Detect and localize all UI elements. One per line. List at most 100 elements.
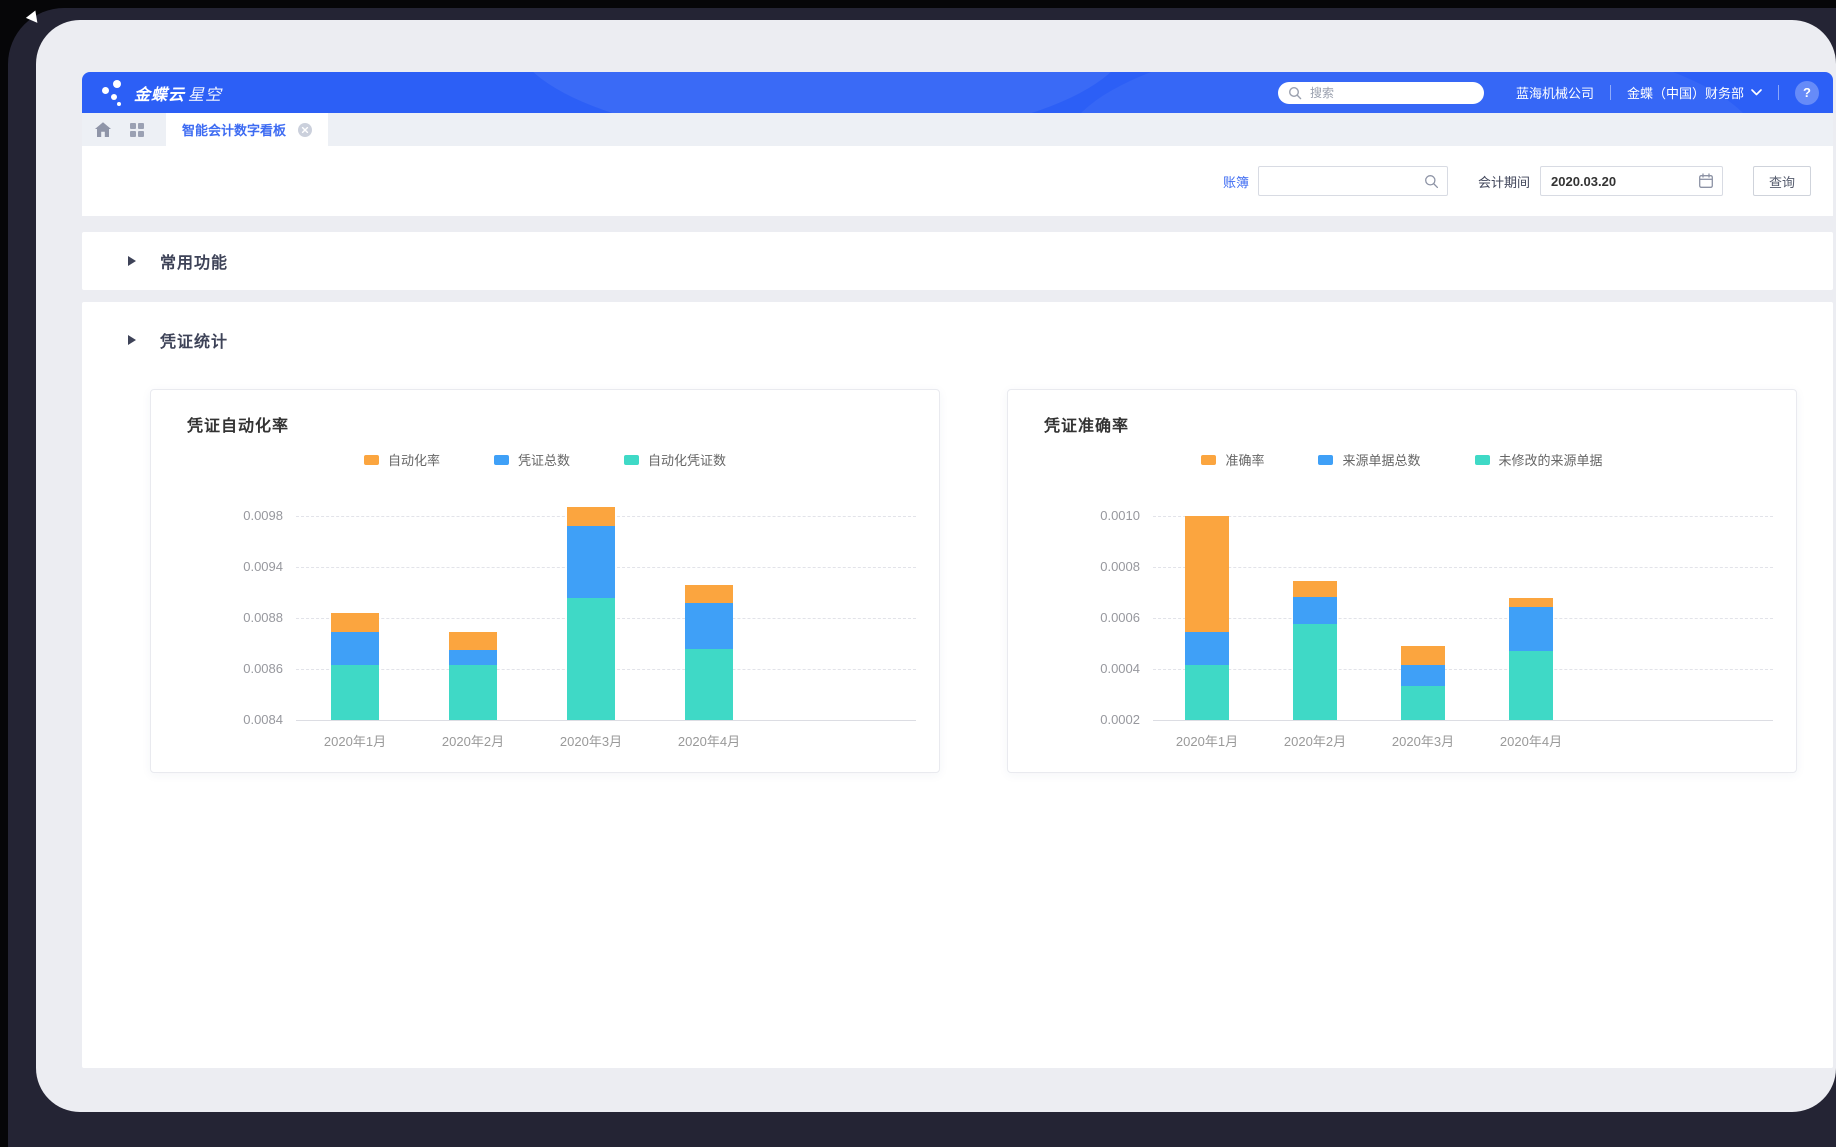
y-axis-tick-label: 0.0088 xyxy=(187,609,283,627)
legend-label: 自动化凭证数 xyxy=(648,450,726,469)
tab-close-icon[interactable] xyxy=(298,123,312,137)
legend-label: 未修改的来源单据 xyxy=(1499,450,1603,469)
header-divider xyxy=(1778,85,1779,100)
period-label: 会计期间 xyxy=(1478,172,1530,191)
x-axis-line xyxy=(1153,720,1773,721)
bar-segment xyxy=(1293,597,1337,624)
legend-swatch xyxy=(364,455,379,465)
bar-segment xyxy=(1401,646,1445,665)
bar-segment xyxy=(1185,516,1229,632)
legend-item[interactable]: 自动化率 xyxy=(364,450,440,469)
bar-segment xyxy=(331,613,379,631)
ledger-lookup-field[interactable] xyxy=(1258,166,1448,196)
app-header: 金蝶云星空 蓝海机械公司 金蝶（中国）财务部 ? xyxy=(82,72,1833,113)
bar-segment xyxy=(1293,624,1337,720)
bar-segment xyxy=(331,665,379,720)
bar-segment xyxy=(1509,607,1553,651)
grid-line xyxy=(1153,618,1773,619)
legend-label: 凭证总数 xyxy=(518,450,570,469)
x-axis-category-label: 2020年3月 xyxy=(1369,733,1477,751)
lookup-search-icon[interactable] xyxy=(1424,174,1439,189)
ledger-input[interactable] xyxy=(1267,173,1424,190)
section-title: 凭证统计 xyxy=(160,328,228,352)
x-axis-category-label: 2020年2月 xyxy=(414,733,532,751)
global-search[interactable] xyxy=(1278,82,1484,104)
bar-segment xyxy=(449,650,497,665)
bar-segment xyxy=(1509,651,1553,720)
legend-swatch xyxy=(624,455,639,465)
x-axis-category-label: 2020年4月 xyxy=(650,733,768,751)
legend-swatch xyxy=(1475,455,1490,465)
x-axis-category-label: 2020年2月 xyxy=(1261,733,1369,751)
period-date-field[interactable] xyxy=(1540,166,1723,196)
y-axis-tick-label: 0.0008 xyxy=(1044,558,1140,576)
legend-label: 自动化率 xyxy=(388,450,440,469)
app-logo-text: 金蝶云星空 xyxy=(134,81,222,105)
grid-line xyxy=(1153,669,1773,670)
bar-segment xyxy=(449,632,497,650)
tab-bar: 智能会计数字看板 xyxy=(82,113,1833,146)
y-axis-tick-label: 0.0002 xyxy=(1044,711,1140,729)
chevron-down-icon xyxy=(1751,89,1762,96)
x-axis-category-label: 2020年3月 xyxy=(532,733,650,751)
legend-swatch xyxy=(494,455,509,465)
calendar-icon[interactable] xyxy=(1698,173,1714,189)
bar-segment xyxy=(1401,665,1445,686)
legend-swatch xyxy=(1201,455,1216,465)
bar-segment xyxy=(1401,686,1445,720)
bar-segment xyxy=(685,585,733,603)
y-axis-tick-label: 0.0084 xyxy=(187,711,283,729)
chart-title: 凭证自动化率 xyxy=(187,412,289,436)
x-axis-category-label: 2020年4月 xyxy=(1477,733,1585,751)
legend-item[interactable]: 凭证总数 xyxy=(494,450,570,469)
legend-item[interactable]: 来源单据总数 xyxy=(1318,450,1420,469)
app-logo[interactable]: 金蝶云星空 xyxy=(100,79,222,107)
legend-label: 准确率 xyxy=(1225,450,1264,469)
y-axis-tick-label: 0.0010 xyxy=(1044,507,1140,525)
x-axis-line xyxy=(296,720,916,721)
company-name[interactable]: 蓝海机械公司 xyxy=(1516,83,1594,102)
bar-segment xyxy=(1185,665,1229,720)
legend-label: 来源单据总数 xyxy=(1342,450,1420,469)
y-axis-tick-label: 0.0094 xyxy=(187,558,283,576)
collapse-arrow-icon xyxy=(128,256,136,266)
bar-segment xyxy=(449,665,497,720)
legend-item[interactable]: 未修改的来源单据 xyxy=(1475,450,1603,469)
chart-card-voucher-automation-rate: 凭证自动化率 自动化率 凭证总数 自动化凭证数 0.0098 0.0094 0.0088… xyxy=(150,389,940,773)
chart-legend: 自动化率 凭证总数 自动化凭证数 xyxy=(151,450,939,469)
chart-card-voucher-accuracy-rate: 凭证准确率 准确率来源单据总数未修改的来源单据 0.00100.00080.00… xyxy=(1007,389,1797,773)
search-input[interactable] xyxy=(1308,85,1452,101)
bar-segment xyxy=(567,507,615,526)
apps-grid-icon[interactable] xyxy=(120,113,154,146)
y-axis-tick-label: 0.0006 xyxy=(1044,609,1140,627)
home-icon[interactable] xyxy=(86,113,120,146)
search-icon xyxy=(1288,86,1302,100)
filter-bar: 账簿 会计期间 查询 xyxy=(82,146,1833,216)
period-date-input[interactable] xyxy=(1549,173,1698,190)
bar-segment xyxy=(331,632,379,666)
grid-line xyxy=(1153,567,1773,568)
bar-segment xyxy=(685,649,733,720)
help-icon[interactable]: ? xyxy=(1795,81,1819,105)
query-button[interactable]: 查询 xyxy=(1753,166,1811,196)
tab-smart-accounting-dashboard[interactable]: 智能会计数字看板 xyxy=(166,113,328,146)
ledger-label: 账簿 xyxy=(1223,172,1249,191)
y-axis-tick-label: 0.0086 xyxy=(187,660,283,678)
bar-segment xyxy=(685,603,733,648)
x-axis-category-label: 2020年1月 xyxy=(1153,733,1261,751)
bar-segment xyxy=(567,598,615,720)
section-title: 常用功能 xyxy=(160,249,228,273)
department-label: 金蝶（中国）财务部 xyxy=(1627,83,1744,102)
y-axis-tick-label: 0.0004 xyxy=(1044,660,1140,678)
bar-segment xyxy=(1509,598,1553,607)
voucher-statistics-panel: 凭证统计 凭证自动化率 自动化率 凭证总数 自动化凭证数 0.0098 0.0094 0… xyxy=(82,302,1833,1068)
legend-item[interactable]: 自动化凭证数 xyxy=(624,450,726,469)
common-functions-header[interactable]: 常用功能 xyxy=(128,249,228,273)
y-axis-tick-label: 0.0098 xyxy=(187,507,283,525)
app-window: 金蝶云星空 蓝海机械公司 金蝶（中国）财务部 ? xyxy=(36,20,1836,1112)
header-divider xyxy=(1610,85,1611,100)
legend-item[interactable]: 准确率 xyxy=(1201,450,1264,469)
department-dropdown[interactable]: 金蝶（中国）财务部 xyxy=(1627,83,1762,102)
kingdee-dots-logo-icon xyxy=(100,79,126,107)
voucher-statistics-header[interactable]: 凭证统计 xyxy=(128,328,228,352)
